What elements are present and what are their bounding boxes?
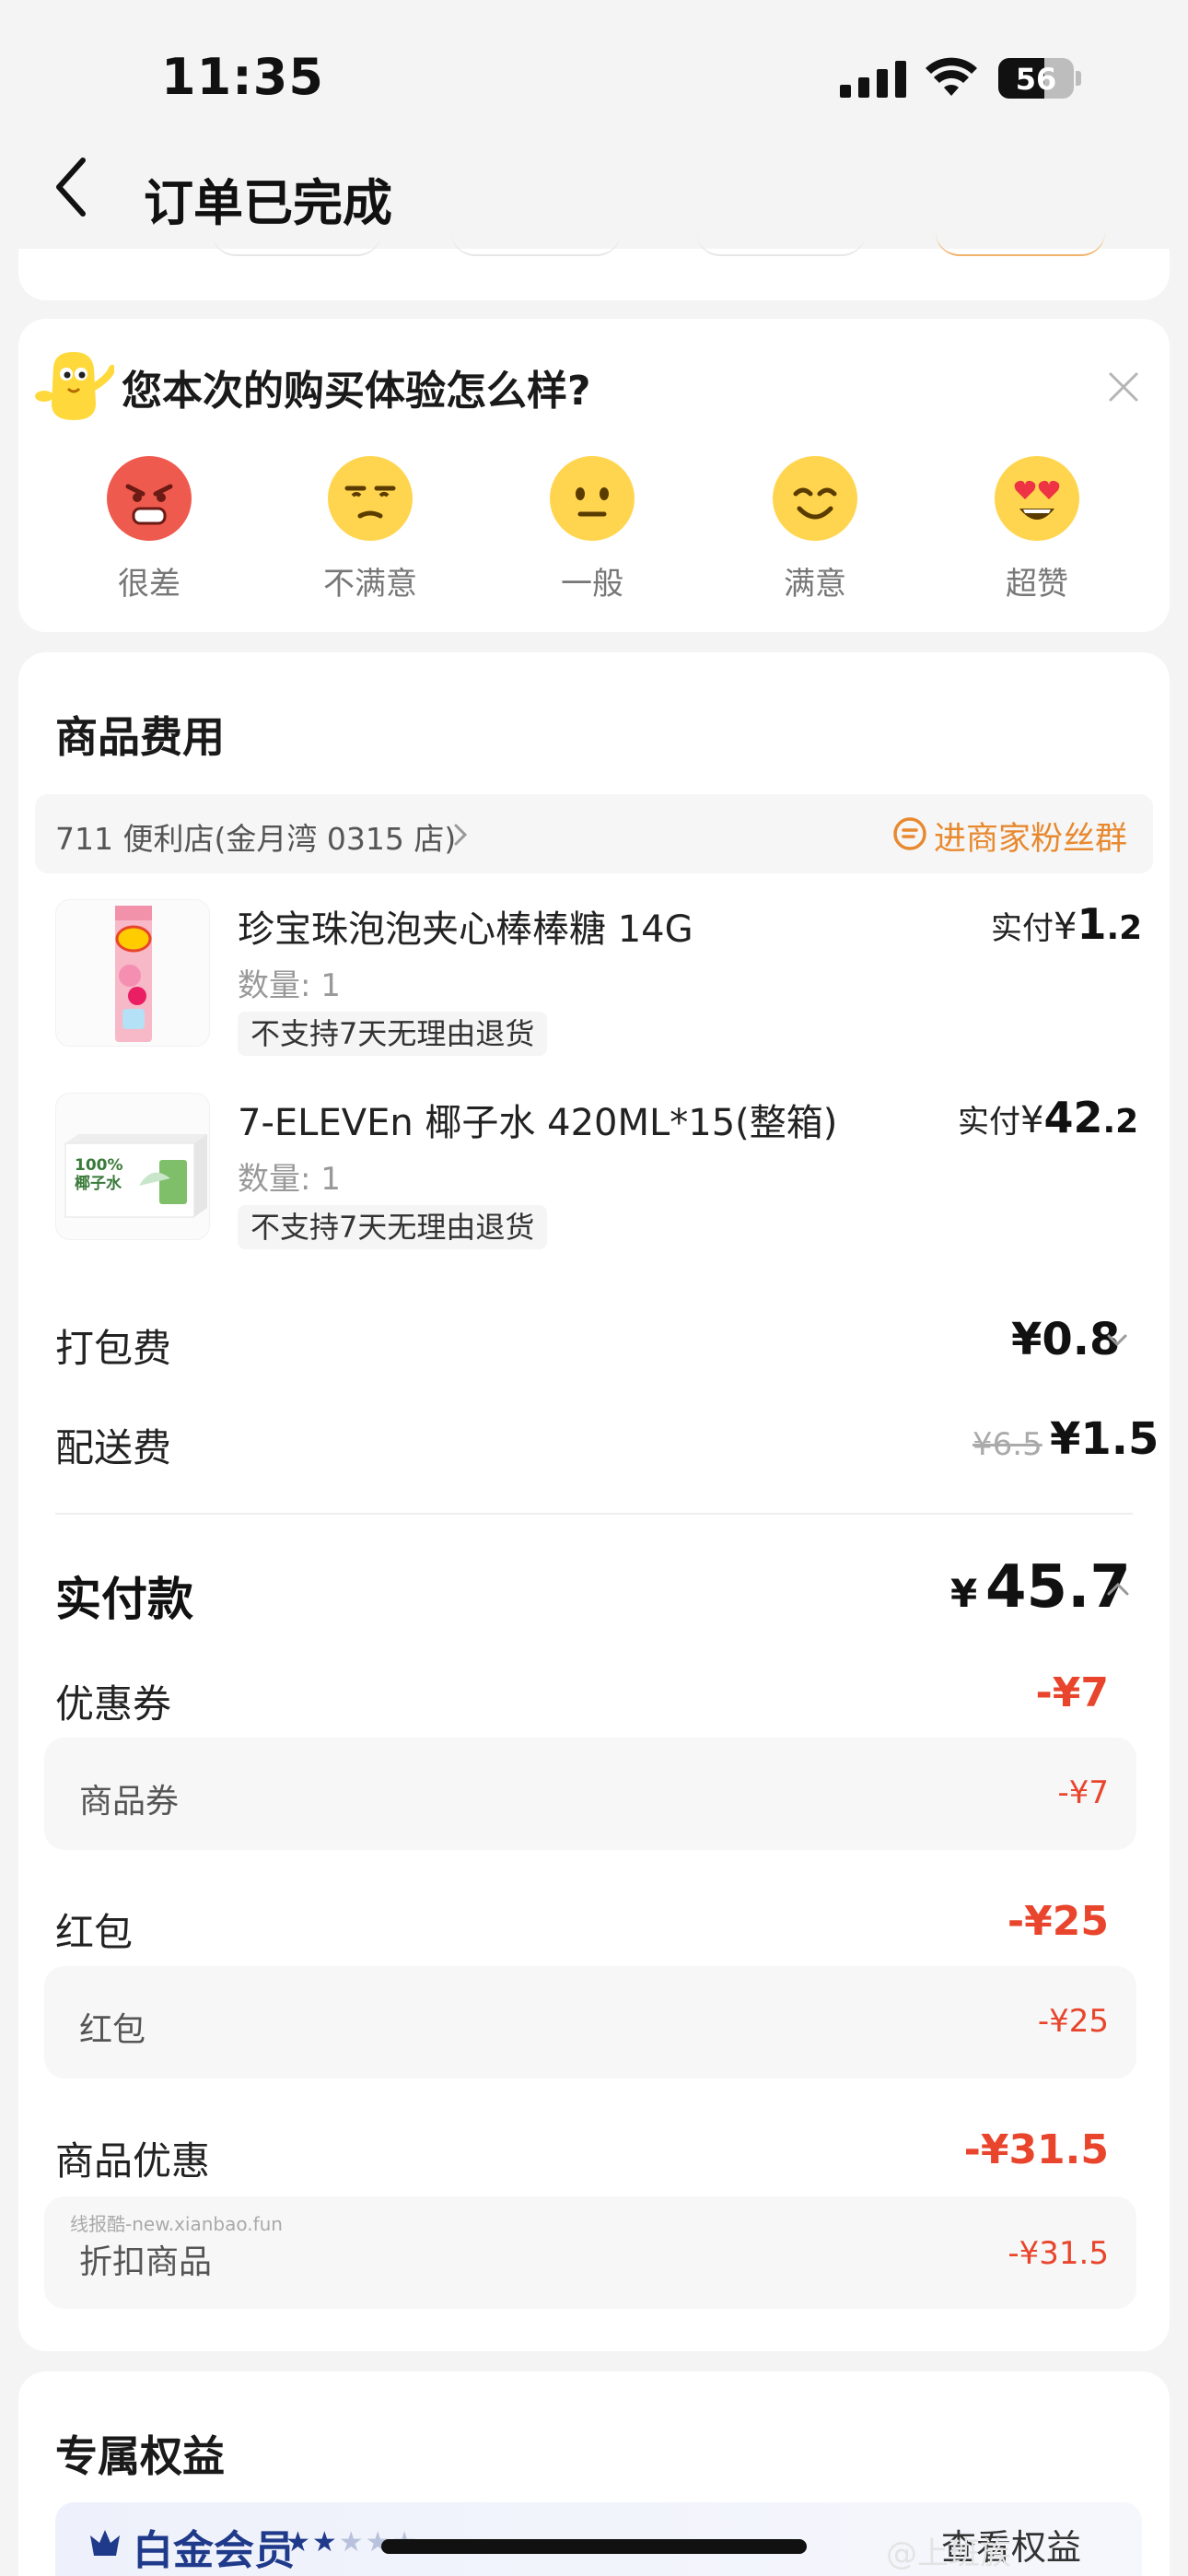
member-level: 白金会员 [133,2527,295,2574]
smiling-face-icon [773,456,857,541]
chat-bubble-icon [893,817,926,850]
member-crown-icon [90,2530,120,2556]
coupon-label: 优惠券 [55,1681,172,1727]
return-policy-tag: 不支持7天无理由退货 [238,1012,548,1056]
chevron-right-icon [454,824,468,846]
product-quantity: 数量: 1 [238,1161,341,1198]
red-packet-detail-value: -¥25 [1037,2003,1109,2040]
product-discount-detail-label: 折扣商品 [79,2243,213,2281]
rating-question: 您本次的购买体验怎么样? [122,368,591,415]
product-thumbnail [55,899,210,1047]
price-decimal: .2 [1102,1103,1139,1141]
product-discount-label: 商品优惠 [55,2138,211,2184]
coupon-detail-value: -¥7 [1057,1774,1109,1811]
price-decimal: .2 [1106,909,1143,947]
currency-symbol: ¥ [1054,906,1077,948]
rating-label: 一般 [561,566,623,603]
paid-label: 实付 [958,1104,1020,1141]
member-star-filled: ★★ [285,2526,339,2558]
rating-label: 不满意 [323,566,417,603]
product-name: 7-ELEVEn 椰子水 420ML*15(整箱) [238,1102,838,1144]
fee-section-title: 商品费用 [55,712,225,762]
paid-label: 实付 [991,910,1054,947]
price-integer: 1 [1077,899,1107,949]
heart-eyes-face-icon [995,456,1079,541]
neutral-face-icon [550,456,635,541]
back-arrow-icon[interactable] [48,155,94,219]
delivery-fee-label: 配送费 [55,1425,172,1470]
paid-price: 实付¥42.2 [958,1093,1138,1142]
chevron-down-icon[interactable] [1105,1332,1129,1349]
return-policy-tag: 不支持7天无理由退货 [238,1205,548,1249]
product-discount-detail-value: -¥31.5 [1007,2235,1109,2272]
page-title: 订单已完成 [144,174,392,232]
packing-fee-value[interactable]: ¥0.8 [1011,1314,1120,1365]
rating-label: 满意 [784,566,846,603]
battery-icon: 56 [998,58,1081,99]
price-integer: 42 [1043,1093,1103,1142]
mascot-icon [35,352,114,420]
wifi-icon [926,57,977,96]
red-packet-value: -¥25 [1007,1898,1109,1945]
battery-level: 56 [1015,62,1057,97]
action-button-2[interactable] [451,232,621,256]
close-icon[interactable] [1105,369,1142,405]
unamused-face-icon [328,456,413,541]
benefits-title: 专属权益 [55,2431,225,2481]
fan-group-link[interactable]: 进商家粉丝群 [934,813,1127,860]
watermark: 线报酷-new.xianbao.fun [70,2213,283,2235]
coupon-detail-label: 商品券 [79,1783,180,1821]
delivery-fee-value: ¥1.5 [1050,1413,1159,1465]
rating-label: 很差 [118,566,181,603]
corner-watermark: @上班族 [886,2535,1011,2572]
currency-symbol: ¥ [1020,1099,1044,1142]
thumbnail-label: 100% 椰子水 [75,1156,123,1193]
red-packet-label: 红包 [55,1910,134,1955]
candy-package-icon [115,906,152,1042]
packing-fee-label: 打包费 [55,1326,172,1371]
action-button-3[interactable] [696,232,866,256]
action-button-1[interactable] [212,232,381,256]
product-name: 珍宝珠泡泡夹心棒棒糖 14G [238,908,693,951]
divider [55,1513,1133,1515]
paid-price: 实付¥1.2 [991,899,1142,949]
product-quantity: 数量: 1 [238,967,341,1004]
red-packet-detail-label: 红包 [79,2011,146,2049]
cellular-signal-icon [840,61,906,98]
store-name[interactable]: 711 便利店(金月湾 0315 店) [55,814,456,859]
coupon-value: -¥7 [1035,1669,1110,1716]
original-delivery-fee: ¥6.5 [973,1426,1042,1463]
home-indicator [381,2539,807,2554]
angry-face-icon [107,456,192,541]
product-thumbnail: 100% 椰子水 [55,1093,210,1240]
rating-label: 超赞 [1006,566,1068,603]
status-time: 11:35 [161,48,324,106]
product-discount-value: -¥31.5 [963,2126,1109,2173]
total-currency-symbol: ¥ [950,1571,978,1616]
chevron-up-icon[interactable] [1105,1579,1131,1598]
order-actions-card [18,249,1170,300]
total-paid-label: 实付款 [55,1573,193,1626]
action-button-4[interactable] [936,232,1105,256]
